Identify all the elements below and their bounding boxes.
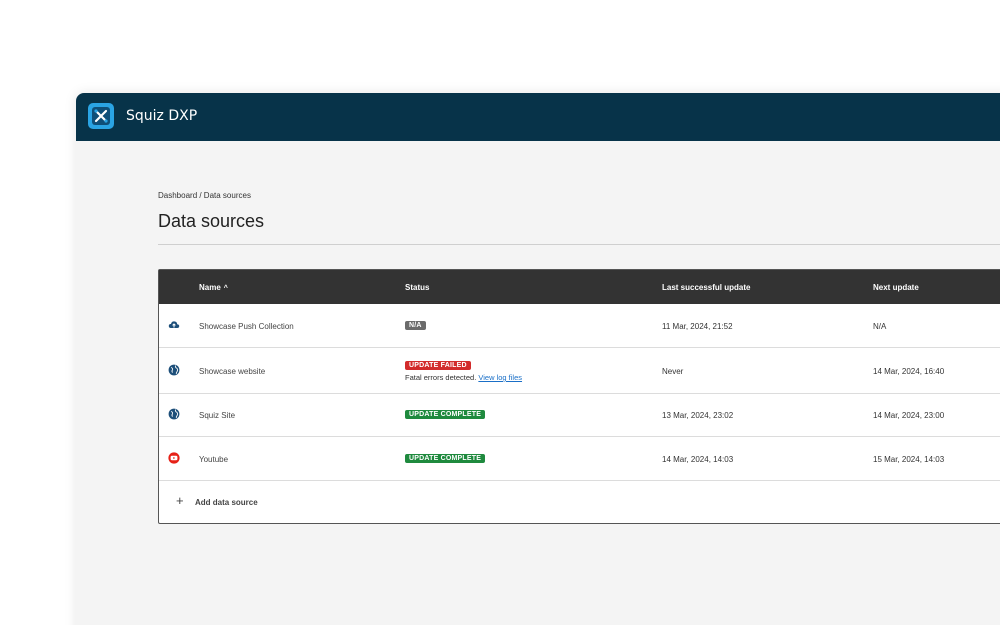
column-header-name[interactable]: Name ^ <box>199 283 228 292</box>
page-title: Data sources <box>158 211 265 231</box>
column-header-status: Status <box>405 283 430 292</box>
source-name[interactable]: Showcase website <box>199 367 265 376</box>
data-sources-table: Name ^ Status Last successful update Next… <box>158 269 1000 524</box>
column-header-next-update: Next update <box>873 283 919 292</box>
table-header: Name ^ Status Last successful update Next… <box>159 270 1000 304</box>
source-name[interactable]: Squiz Site <box>199 411 235 420</box>
next-update: 14 Mar, 2024, 23:00 <box>873 411 945 420</box>
title-divider <box>158 244 1000 245</box>
status-note: Fatal errors detected. View log files <box>405 373 523 382</box>
squiz-logo-icon[interactable] <box>88 103 114 129</box>
status-badge: UPDATE FAILED <box>405 361 471 370</box>
status-badge: N/A <box>405 321 426 330</box>
add-data-source-button[interactable]: + Add data source <box>159 481 1000 525</box>
next-update: 14 Mar, 2024, 16:40 <box>873 367 945 376</box>
sort-ascending-icon[interactable]: ^ <box>224 285 228 292</box>
plus-icon: + <box>176 493 184 508</box>
globe-icon <box>168 364 180 376</box>
top-bar: Squiz DXP <box>76 93 1000 141</box>
table-row[interactable]: Showcase website UPDATE FAILED Fatal err… <box>159 348 1000 394</box>
breadcrumb[interactable]: Dashboard / Data sources <box>158 191 251 200</box>
last-update: 13 Mar, 2024, 23:02 <box>662 411 734 420</box>
table-row[interactable]: Showcase Push Collection N/A 11 Mar, 202… <box>159 304 1000 348</box>
view-log-files-link[interactable]: View log files <box>478 373 522 382</box>
globe-icon <box>168 408 180 420</box>
status-badge: UPDATE COMPLETE <box>405 454 486 463</box>
next-update: 15 Mar, 2024, 14:03 <box>873 455 945 464</box>
app-title: Squiz DXP <box>126 108 198 124</box>
last-update: 11 Mar, 2024, 21:52 <box>662 322 733 331</box>
table-row[interactable]: Youtube UPDATE COMPLETE 14 Mar, 2024, 14… <box>159 437 1000 481</box>
app-window: Squiz DXP Dashboard / Data sources Data … <box>76 93 1000 625</box>
table-row[interactable]: Squiz Site UPDATE COMPLETE 13 Mar, 2024,… <box>159 394 1000 437</box>
next-update: N/A <box>873 322 887 331</box>
source-name[interactable]: Youtube <box>199 455 228 464</box>
last-update: 14 Mar, 2024, 14:03 <box>662 455 734 464</box>
add-data-source-label: Add data source <box>195 498 258 507</box>
source-name[interactable]: Showcase Push Collection <box>199 322 294 331</box>
youtube-icon <box>168 452 180 464</box>
cloud-upload-icon <box>168 321 180 328</box>
status-badge: UPDATE COMPLETE <box>405 410 486 419</box>
last-update: Never <box>662 367 684 376</box>
column-header-last-update: Last successful update <box>662 283 751 292</box>
